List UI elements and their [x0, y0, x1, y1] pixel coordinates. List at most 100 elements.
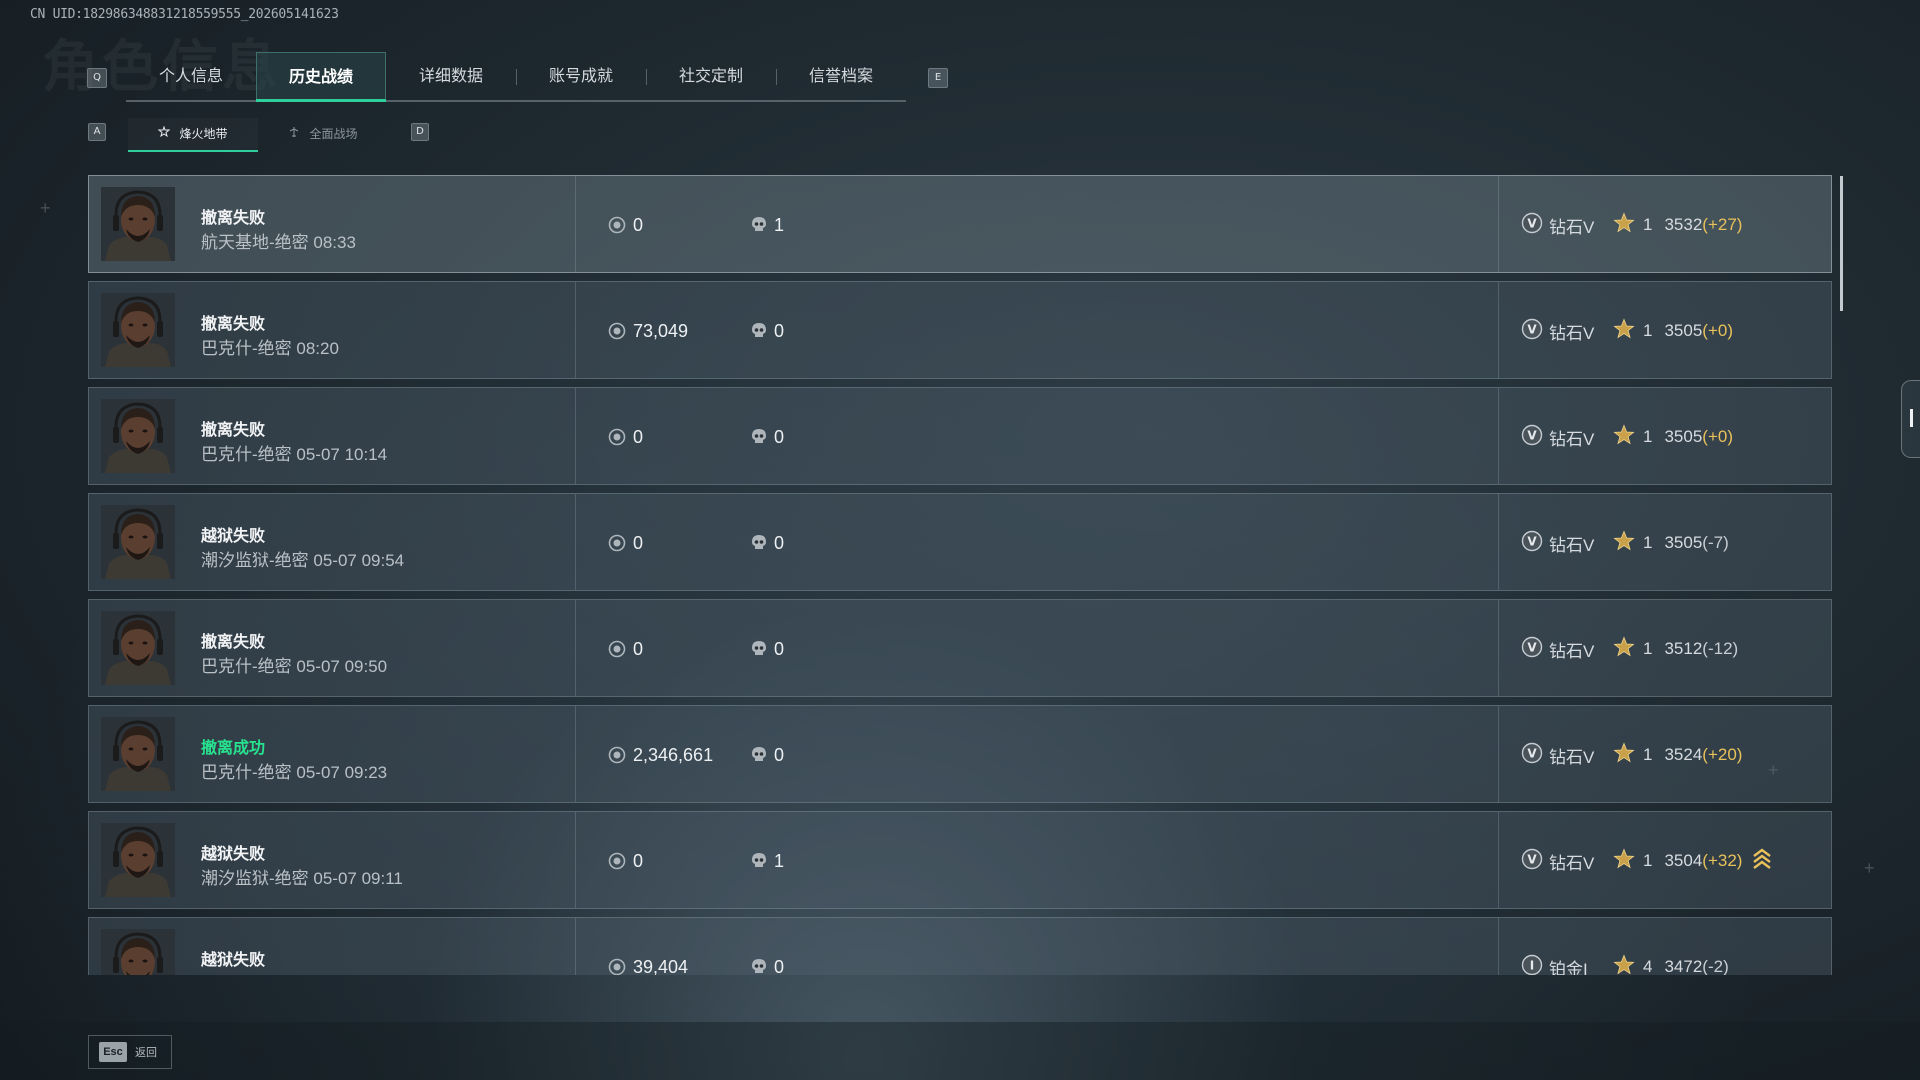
operator-avatar	[101, 823, 175, 897]
tab-reputation[interactable]: 信誉档案	[776, 52, 906, 100]
rank-info: I 铂金I 4 3472 (-2)	[1521, 918, 1729, 975]
tab-prev-key-hint[interactable]: Q	[87, 68, 107, 88]
rank-badge-icon: V	[1521, 424, 1543, 451]
kills-stat: 1	[751, 176, 784, 274]
tab-social-custom[interactable]: 社交定制	[646, 52, 776, 100]
match-map-time: 潮汐监狱-绝密 05-07 09:11	[201, 869, 403, 888]
rank-name: 钻石V	[1549, 217, 1595, 237]
rank-score: 3532	[1664, 215, 1703, 234]
match-row[interactable]: 越狱失败 潮汐监狱-绝密 05-07 09:03 39,404 0 I 铂金I …	[88, 917, 1832, 975]
extracted-value-stat: 0	[608, 388, 643, 486]
kills-stat: 0	[751, 918, 784, 975]
operator-avatar	[101, 505, 175, 579]
match-row[interactable]: 越狱失败 潮汐监狱-绝密 05-07 09:11 0 1 V 钻石V 1 350…	[88, 811, 1832, 909]
extracted-value: 39,404	[633, 956, 689, 976]
skull-icon	[751, 534, 767, 552]
column-divider	[575, 812, 576, 908]
star-count: 1	[1643, 533, 1653, 552]
column-divider	[1498, 282, 1499, 378]
esc-key-hint: Esc	[99, 1042, 127, 1062]
extracted-value: 73,049	[633, 320, 689, 341]
uid-label: CN UID:182986348831218559555_20260514162…	[30, 7, 339, 22]
rank-badge-icon: V	[1521, 848, 1543, 875]
column-divider	[1498, 388, 1499, 484]
match-row[interactable]: 撤离成功 巴克什-绝密 05-07 09:23 2,346,661 0 V 钻石…	[88, 705, 1832, 803]
column-divider	[1498, 600, 1499, 696]
star-count: 1	[1643, 851, 1653, 870]
column-divider	[1498, 494, 1499, 590]
skull-icon	[751, 428, 767, 446]
match-result: 越狱失败	[201, 952, 266, 969]
coin-icon	[608, 640, 626, 658]
rank-score: 3505	[1664, 427, 1703, 446]
skull-icon	[751, 322, 767, 340]
kill-count: 0	[774, 638, 785, 659]
kill-count: 0	[774, 426, 785, 447]
extracted-value-stat: 73,049	[608, 282, 688, 380]
tab-match-history[interactable]: 历史战绩	[256, 52, 386, 102]
match-map-time: 巴克什-绝密 05-07 09:23	[201, 763, 388, 782]
tab-detailed-data[interactable]: 详细数据	[386, 52, 516, 100]
match-result: 撤离失败	[201, 634, 266, 651]
kill-count: 1	[774, 214, 785, 235]
match-row[interactable]: 撤离失败 巴克什-绝密 08:20 73,049 0 V 钻石V 1 3505(…	[88, 281, 1832, 379]
column-divider	[575, 600, 576, 696]
extracted-value: 0	[633, 850, 644, 871]
back-button[interactable]: Esc 返回	[88, 1035, 172, 1069]
rank-score: 3505	[1664, 533, 1703, 552]
skull-icon	[751, 746, 767, 764]
back-button-label: 返回	[135, 1047, 157, 1059]
match-row[interactable]: 越狱失败 潮汐监狱-绝密 05-07 09:54 0 0 V 钻石V 1 350…	[88, 493, 1832, 591]
rank-name: 钻石V	[1549, 323, 1595, 343]
tab-personal-info[interactable]: 个人信息	[126, 52, 256, 100]
svg-text:V: V	[1527, 322, 1537, 336]
crosshair-decoration-icon: +	[40, 198, 51, 218]
extracted-value-stat: 0	[608, 176, 643, 274]
kill-count: 0	[774, 744, 785, 765]
match-history-list[interactable]: 撤离失败 航天基地-绝密 08:33 0 1 V 钻石V 1 3532 (+27)	[88, 175, 1832, 975]
extracted-value: 0	[633, 532, 644, 553]
match-result: 撤离失败	[201, 210, 266, 227]
rank-badge-icon: V	[1521, 742, 1543, 769]
star-icon	[1613, 317, 1635, 345]
match-map-time: 巴克什-绝密 05-07 09:50	[201, 657, 388, 676]
rank-score: 3505	[1664, 321, 1703, 340]
match-row[interactable]: 撤离失败 航天基地-绝密 08:33 0 1 V 钻石V 1 3532 (+27)	[88, 175, 1832, 273]
subtab-prev-key-hint[interactable]: A	[88, 123, 106, 141]
score-delta: (+0)	[1702, 321, 1734, 340]
rank-info: V 钻石V 1 3532 (+27)	[1521, 176, 1742, 274]
rank-name: 钻石V	[1549, 853, 1595, 873]
kills-stat: 0	[751, 494, 784, 592]
operator-avatar	[101, 611, 175, 685]
tab-next-key-hint[interactable]: E	[928, 68, 948, 88]
operator-avatar	[101, 187, 175, 261]
mode-subtabs: 烽火地带 全面战场	[128, 118, 388, 152]
column-divider	[1498, 812, 1499, 908]
subtab-full-battlefield[interactable]: 全面战场	[258, 118, 388, 150]
coin-icon	[608, 746, 626, 764]
scrollbar[interactable]	[1840, 176, 1843, 311]
skull-icon	[751, 958, 767, 975]
extracted-value: 0	[633, 426, 644, 447]
column-divider	[1498, 918, 1499, 975]
svg-text:V: V	[1527, 534, 1537, 548]
kills-stat: 1	[751, 812, 784, 910]
rank-info: V 钻石V 1 3504 (+32)	[1521, 812, 1772, 910]
match-row[interactable]: 撤离失败 巴克什-绝密 05-07 09:50 0 0 V 钻石V 1 3512…	[88, 599, 1832, 697]
rank-name: 钻石V	[1549, 747, 1595, 767]
tab-achievements[interactable]: 账号成就	[516, 52, 646, 100]
match-result: 撤离失败	[201, 422, 266, 439]
extracted-value: 0	[633, 638, 644, 659]
subtab-next-key-hint[interactable]: D	[411, 123, 429, 141]
plane-icon	[288, 127, 303, 141]
kills-stat: 0	[751, 706, 784, 804]
star-count: 4	[1643, 957, 1653, 975]
operator-avatar	[101, 293, 175, 367]
score-delta: (+20)	[1702, 745, 1743, 764]
kills-stat: 0	[751, 282, 784, 380]
side-drawer-handle[interactable]	[1901, 380, 1920, 458]
match-row[interactable]: 撤离失败 巴克什-绝密 05-07 10:14 0 0 V 钻石V 1 3505…	[88, 387, 1832, 485]
star-count: 1	[1643, 215, 1653, 234]
svg-text:V: V	[1527, 746, 1537, 760]
subtab-hazard-zone[interactable]: 烽火地带	[128, 118, 258, 152]
